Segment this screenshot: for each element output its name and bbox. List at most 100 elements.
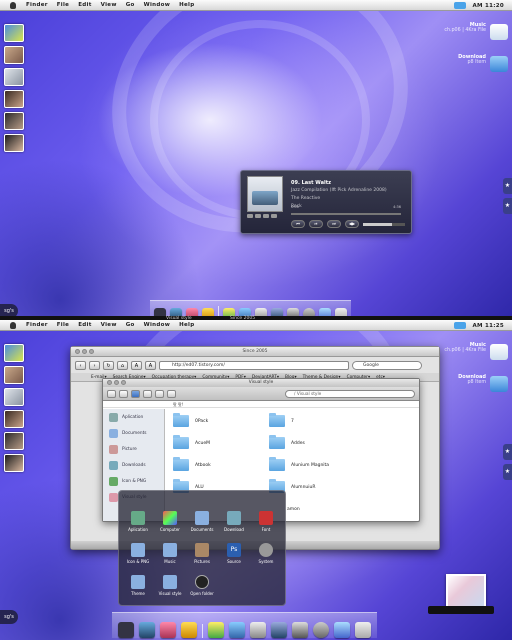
dock-app-icon[interactable] [313, 622, 329, 638]
corner-widget[interactable]: sg's [0, 610, 18, 624]
url-field[interactable]: http://ed07.tistory.com/ [159, 360, 349, 370]
avatar[interactable] [4, 112, 24, 130]
clock[interactable]: AM 11:25 [472, 323, 504, 329]
notification-music[interactable]: Music ch.p06 | 4Kra File [400, 22, 508, 54]
forward-button[interactable] [119, 389, 128, 398]
stack-item[interactable]: Icon & PNG [125, 543, 151, 564]
stack-item[interactable]: Documents [189, 511, 215, 532]
minimize-button[interactable] [82, 349, 87, 354]
sidebar-item-documents[interactable]: Documents [103, 425, 164, 441]
back-button[interactable]: ‹ [75, 360, 86, 370]
dock-app-icon[interactable] [334, 622, 350, 638]
apple-menu-icon[interactable] [10, 2, 16, 9]
avatar[interactable] [4, 410, 24, 428]
search-field[interactable]: Google [352, 360, 422, 370]
folder-item[interactable]: Atbook [173, 457, 211, 471]
avatar[interactable] [4, 134, 24, 152]
avatar[interactable] [4, 46, 24, 64]
sidebar-item-icon-png[interactable]: Icon & PNG [103, 473, 164, 489]
dock-app-icon[interactable] [139, 622, 155, 638]
next-button[interactable]: ⏭ [327, 220, 341, 228]
menu-view[interactable]: View [101, 322, 117, 328]
star-tab-icon[interactable]: ★ [503, 464, 512, 480]
play-pause-button[interactable]: ⏯ [309, 220, 323, 228]
dock-app-icon[interactable] [292, 622, 308, 638]
photo-widget[interactable] [446, 574, 486, 608]
clock[interactable]: AM 11:20 [472, 3, 504, 9]
menu-edit[interactable]: Edit [78, 322, 91, 328]
menu-go[interactable]: Go [126, 2, 135, 8]
mini-button[interactable] [247, 214, 253, 218]
avatar[interactable] [4, 24, 24, 42]
home-icon[interactable]: ⌂ [117, 360, 128, 370]
star-tab-icon[interactable]: ★ [503, 444, 512, 460]
folder-item[interactable]: AcueM [173, 435, 210, 449]
folder-item[interactable]: 0Pack [173, 413, 208, 427]
menu-edit[interactable]: Edit [78, 2, 91, 8]
stack-item[interactable]: Aplication [125, 511, 151, 532]
stack-item[interactable]: Download [221, 511, 247, 532]
menu-file[interactable]: File [57, 2, 69, 8]
menu-window[interactable]: Window [144, 2, 170, 8]
back-button[interactable] [107, 389, 116, 398]
menu-help[interactable]: Help [179, 2, 194, 8]
column-view-button[interactable] [155, 389, 164, 398]
dock-app-icon[interactable] [250, 622, 266, 638]
text-size-button[interactable]: A [145, 360, 156, 370]
menu-help[interactable]: Help [179, 322, 194, 328]
finder-titlebar[interactable]: Visual style [103, 379, 419, 387]
reload-icon[interactable]: ↻ [103, 360, 114, 370]
progress-bar[interactable] [291, 213, 401, 215]
avatar[interactable] [4, 344, 24, 362]
avatar[interactable] [4, 454, 24, 472]
avatar[interactable] [4, 68, 24, 86]
avatar[interactable] [4, 432, 24, 450]
previous-button[interactable]: ⏮ [291, 220, 305, 228]
mini-button[interactable] [255, 214, 261, 218]
dock-app-icon[interactable] [181, 622, 197, 638]
menu-view[interactable]: View [101, 2, 117, 8]
zoom-button[interactable] [89, 349, 94, 354]
menu-file[interactable]: File [57, 322, 69, 328]
action-gear-icon[interactable] [167, 389, 176, 398]
dock-app-icon[interactable] [208, 622, 224, 638]
icon-view-button[interactable] [131, 389, 140, 398]
list-view-button[interactable] [143, 389, 152, 398]
notification-download[interactable]: Download p8 Item [400, 54, 508, 86]
minimize-button[interactable] [114, 380, 119, 385]
text-size-button[interactable]: A [131, 360, 142, 370]
stack-item[interactable]: Pictures [189, 543, 215, 564]
zoom-button[interactable] [121, 380, 126, 385]
menu-window[interactable]: Window [144, 322, 170, 328]
dock-app-icon[interactable] [229, 622, 245, 638]
stack-item[interactable]: Computer [157, 511, 183, 532]
stack-item[interactable]: Theme [125, 575, 151, 596]
spotlight-icon[interactable] [454, 322, 467, 329]
stack-item[interactable]: System [253, 543, 279, 564]
shuffle-button[interactable]: ◀▶ [345, 220, 359, 228]
close-button[interactable] [75, 349, 80, 354]
apple-menu-icon[interactable] [10, 322, 16, 329]
sidebar-item-picture[interactable]: Picture [103, 441, 164, 457]
star-tab-icon[interactable]: ★ [503, 198, 512, 214]
avatar[interactable] [4, 366, 24, 384]
stack-item[interactable]: Font [253, 511, 279, 532]
avatar[interactable] [4, 90, 24, 108]
spotlight-icon[interactable] [454, 2, 467, 9]
close-button[interactable] [107, 380, 112, 385]
stack-item[interactable]: Visual style [157, 575, 183, 596]
sidebar-item-downloads[interactable]: Downloads [103, 457, 164, 473]
browser-titlebar[interactable]: Since 2005 [71, 347, 439, 357]
menu-finder[interactable]: Finder [26, 322, 48, 328]
dock-app-icon[interactable] [271, 622, 287, 638]
mini-button[interactable] [271, 214, 277, 218]
folder-item[interactable]: 7 [269, 413, 294, 427]
folder-item[interactable]: Alunium Magnita [269, 457, 329, 471]
star-tab-icon[interactable]: ★ [503, 178, 512, 194]
dock-app-icon[interactable] [160, 622, 176, 638]
sidebar-item-aplication[interactable]: Aplication [103, 409, 164, 425]
stack-item[interactable]: Open folder [189, 575, 215, 596]
folder-item[interactable]: Addes [269, 435, 305, 449]
menu-finder[interactable]: Finder [26, 2, 48, 8]
stack-item[interactable]: Ps Source [221, 543, 247, 564]
